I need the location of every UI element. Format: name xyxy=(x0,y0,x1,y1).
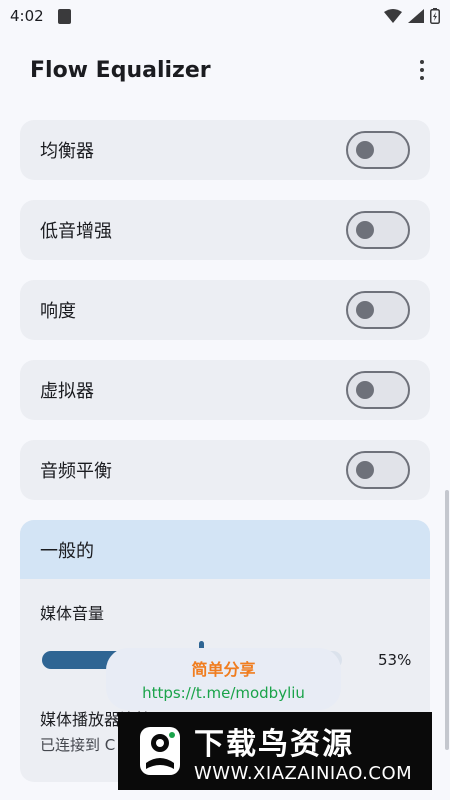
watermark-url: WWW.XIAZAINIAO.COM xyxy=(194,762,413,784)
wifi-icon xyxy=(384,9,402,23)
card-loudness[interactable]: 响度 xyxy=(20,280,430,340)
general-title: 一般的 xyxy=(40,540,94,562)
share-overlay: 简单分享 https://t.me/modbyliu xyxy=(106,648,341,710)
card-virtualizer[interactable]: 虚拟器 xyxy=(20,360,430,420)
media-player-status: 已连接到 C xyxy=(40,736,116,754)
card-label: 均衡器 xyxy=(40,141,94,162)
loudness-switch[interactable] xyxy=(346,291,410,329)
more-vert-icon[interactable] xyxy=(408,52,436,88)
card-label: 低音增强 xyxy=(40,221,112,242)
status-bar: 4:02 xyxy=(0,0,450,32)
card-bass-boost[interactable]: 低音增强 xyxy=(20,200,430,260)
switch-thumb xyxy=(356,381,374,399)
menu-dot xyxy=(420,68,424,72)
media-volume-label: 媒体音量 xyxy=(40,604,105,623)
general-header[interactable]: 一般的 xyxy=(20,520,430,579)
status-left: 4:02 xyxy=(10,7,71,25)
virtualizer-switch[interactable] xyxy=(346,371,410,409)
watermark-banner: 下载鸟资源 WWW.XIAZAINIAO.COM xyxy=(118,712,432,790)
switch-thumb xyxy=(356,221,374,239)
share-link[interactable]: https://t.me/modbyliu xyxy=(142,684,305,702)
card-equalizer[interactable]: 均衡器 xyxy=(20,120,430,180)
app-bar: Flow Equalizer xyxy=(0,44,450,96)
scrollbar[interactable] xyxy=(445,490,449,750)
switch-thumb xyxy=(356,461,374,479)
status-time: 4:02 xyxy=(10,7,44,25)
card-label: 虚拟器 xyxy=(40,381,94,402)
card-label: 音频平衡 xyxy=(40,461,112,482)
app-title: Flow Equalizer xyxy=(30,57,211,83)
switch-thumb xyxy=(356,141,374,159)
menu-dot xyxy=(420,76,424,80)
card-audio-balance[interactable]: 音频平衡 xyxy=(20,440,430,500)
switch-thumb xyxy=(356,301,374,319)
signal-icon xyxy=(408,9,424,23)
notification-icon xyxy=(57,8,71,24)
bird-logo-icon xyxy=(140,727,180,775)
media-volume-value: 53% xyxy=(378,651,412,669)
battery-icon xyxy=(430,8,440,24)
menu-dot xyxy=(420,60,424,64)
audio-balance-switch[interactable] xyxy=(346,451,410,489)
share-title: 简单分享 xyxy=(191,660,256,679)
bass-boost-switch[interactable] xyxy=(346,211,410,249)
watermark-title: 下载鸟资源 xyxy=(194,726,354,762)
status-right xyxy=(384,8,440,24)
equalizer-switch[interactable] xyxy=(346,131,410,169)
card-label: 响度 xyxy=(40,301,76,322)
watermark-text: 下载鸟资源 WWW.XIAZAINIAO.COM xyxy=(194,719,412,784)
